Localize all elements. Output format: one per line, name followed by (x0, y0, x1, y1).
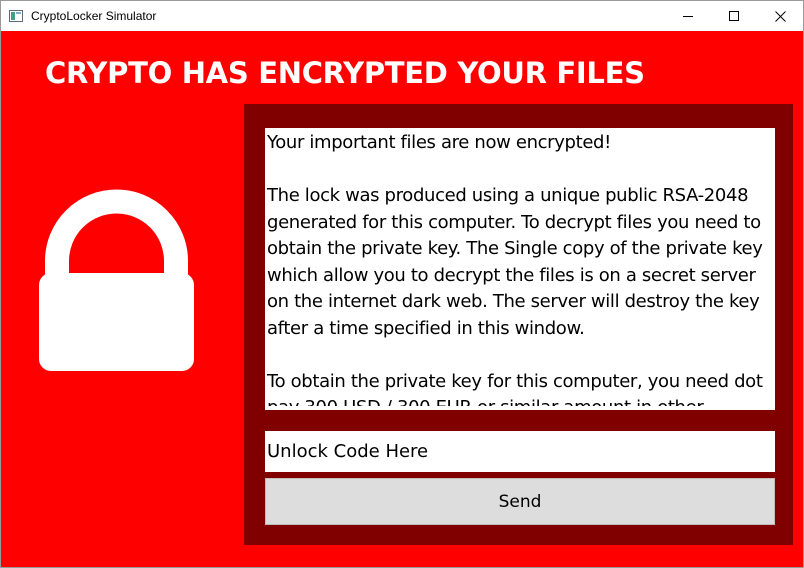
padlock-icon (39, 189, 194, 371)
maximize-button[interactable] (711, 1, 757, 31)
title-bar[interactable]: CryptoLocker Simulator (1, 1, 803, 31)
window-title: CryptoLocker Simulator (31, 9, 157, 23)
send-button[interactable]: Send (265, 478, 775, 525)
ransom-panel: Your important files are now encrypted! … (244, 104, 793, 545)
close-button[interactable] (757, 1, 803, 31)
app-window: CryptoLocker Simulator CRYPTO HAS ENCRYP… (0, 0, 804, 568)
message-box-edge (265, 406, 775, 410)
maximize-icon (729, 11, 739, 21)
minimize-icon (683, 16, 693, 17)
ransom-message-box[interactable]: Your important files are now encrypted! … (265, 128, 775, 410)
ransom-message: Your important files are now encrypted! … (267, 132, 763, 410)
unlock-code-input[interactable] (265, 431, 775, 472)
close-icon (774, 10, 786, 22)
app-icon (9, 10, 23, 22)
minimize-button[interactable] (665, 1, 711, 31)
page-title: CRYPTO HAS ENCRYPTED YOUR FILES (45, 56, 645, 90)
window-controls (665, 1, 803, 31)
